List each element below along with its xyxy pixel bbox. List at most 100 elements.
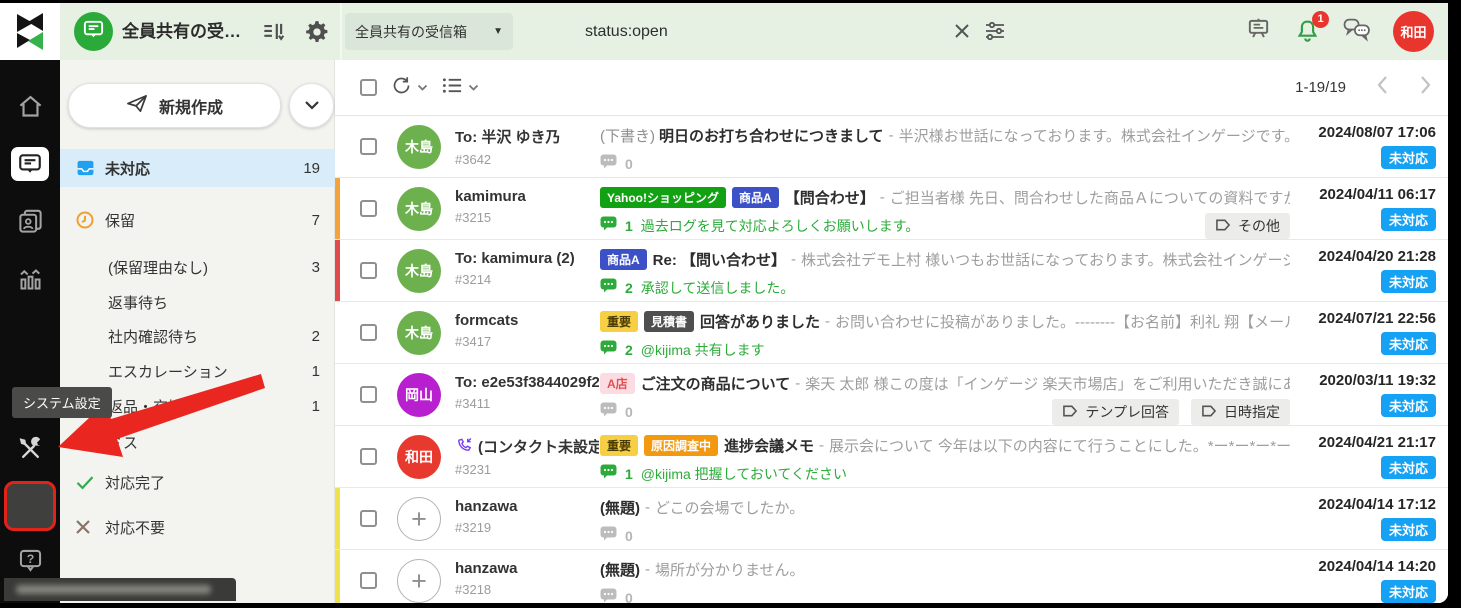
- tree-item[interactable]: エスカレーション1: [60, 352, 335, 390]
- tree-item[interactable]: (保留理由なし)3: [60, 248, 335, 286]
- label-badge: 商品A: [732, 187, 779, 208]
- inbox-channel-icon[interactable]: [74, 12, 113, 51]
- row-checkbox[interactable]: [360, 262, 377, 279]
- comment-count: 2: [625, 342, 633, 358]
- tree-item[interactable]: 未対応19: [60, 149, 335, 187]
- row-checkbox[interactable]: [360, 200, 377, 217]
- sender-column: kamimura#3215: [455, 188, 599, 225]
- tag-chip[interactable]: その他: [1205, 213, 1290, 239]
- avatar-add-contact[interactable]: +: [397, 559, 441, 603]
- comment-line: 0テンプレ回答日時指定: [600, 402, 1290, 422]
- sidebar-item-stats[interactable]: [0, 255, 60, 303]
- search-input[interactable]: status:open: [585, 3, 668, 60]
- check-icon: [75, 474, 97, 491]
- comment-bubble-icon: [600, 340, 617, 360]
- mail-list-item[interactable]: +hanzawa#3219(無題)-どこの会場でしたか。02024/04/14 …: [335, 488, 1448, 550]
- ticket-id: #3411: [455, 396, 599, 411]
- comment-bubble-icon: [600, 588, 617, 603]
- prev-page-button[interactable]: [1376, 75, 1389, 100]
- meta-column: 2024/04/11 06:17未対応: [1319, 186, 1436, 231]
- comment-line: 1過去ログを見て対応よろしくお願いします。その他: [600, 216, 1290, 236]
- mail-list-item[interactable]: 木島kamimura#3215Yahoo!ショッピング商品A【問合わせ】-ご担当…: [335, 178, 1448, 240]
- filter-sliders-icon[interactable]: [983, 20, 1007, 42]
- row-checkbox[interactable]: [360, 324, 377, 341]
- chevron-down-icon: [304, 97, 320, 115]
- tree-item[interactable]: 保留7: [60, 201, 335, 239]
- avatar-add-contact[interactable]: +: [397, 497, 441, 541]
- list-view-button[interactable]: [442, 76, 479, 100]
- tag-list: その他: [1205, 213, 1290, 239]
- notifications-bell[interactable]: 1: [1294, 18, 1321, 45]
- inbox-selector-dropdown[interactable]: 全員共有の受信箱 ▼: [345, 13, 513, 50]
- tree-item-count: 3: [312, 259, 320, 276]
- preview-text: 半沢様お世話になっております。株式会社インゲージです。明日…: [899, 125, 1290, 146]
- received-date: 2024/07/21 22:56: [1318, 310, 1436, 327]
- tree-item-count: 1: [312, 398, 320, 415]
- inbox-blue-icon: [75, 158, 97, 178]
- label-badge: A店: [600, 373, 635, 394]
- browser-status-tooltip: [4, 578, 236, 601]
- sender-name: formcats: [455, 312, 599, 329]
- select-all-checkbox[interactable]: [360, 79, 377, 96]
- notification-badge: 1: [1312, 11, 1329, 28]
- mail-list-item[interactable]: 木島To: 半沢 ゆき乃#3642(下書き)明日のお打ち合わせにつきまして-半沢…: [335, 116, 1448, 178]
- separator: -: [795, 375, 800, 392]
- avatar: 木島: [397, 311, 441, 355]
- sidebar-item-contacts[interactable]: [0, 197, 60, 245]
- chevron-down-icon: [417, 79, 428, 97]
- tree-item-label: ミス: [108, 432, 138, 453]
- subject-text: 回答がありました: [700, 311, 820, 332]
- sort-settings-icon[interactable]: [260, 19, 286, 45]
- tag-chip[interactable]: テンプレ回答: [1052, 399, 1179, 425]
- tree-item[interactable]: 社内確認待ち2: [60, 317, 335, 355]
- tree-item-label: 対応不要: [105, 517, 165, 538]
- row-checkbox[interactable]: [360, 510, 377, 527]
- subject-text: 【問合わせ】: [785, 187, 875, 208]
- sidebar-item-help[interactable]: ?: [0, 536, 60, 584]
- paper-plane-icon: [126, 93, 149, 119]
- tree-item[interactable]: 対応不要: [60, 508, 335, 546]
- message-column: Yahoo!ショッピング商品A【問合わせ】-ご担当者様 先日、問合わせした商品Ａ…: [600, 187, 1290, 236]
- sender-name: (コンタクト未設定): [455, 436, 599, 457]
- relation-logo[interactable]: [0, 3, 60, 60]
- next-page-button[interactable]: [1419, 75, 1432, 100]
- row-checkbox[interactable]: [360, 138, 377, 155]
- mail-list-item[interactable]: 木島To: kamimura (2)#3214商品ARe: 【問い合わせ】-株式…: [335, 240, 1448, 302]
- inbox-selector-value: 全員共有の受信箱: [355, 22, 467, 42]
- comment-count: 0: [625, 590, 633, 603]
- sidebar-item-settings-tools[interactable]: [0, 425, 60, 473]
- row-checkbox[interactable]: [360, 386, 377, 403]
- announcement-icon[interactable]: [1245, 16, 1272, 47]
- tree-item[interactable]: 返事待ち: [60, 283, 335, 321]
- user-avatar[interactable]: 和田: [1393, 11, 1434, 52]
- received-date: 2024/04/20 21:28: [1318, 248, 1436, 265]
- tree-item[interactable]: ミス: [60, 423, 335, 461]
- row-checkbox[interactable]: [360, 448, 377, 465]
- tree-item[interactable]: 対応完了: [60, 463, 335, 501]
- row-checkbox[interactable]: [360, 572, 377, 589]
- message-column: 商品ARe: 【問い合わせ】-株式会社デモ上村 様いつもお世話になっております。…: [600, 249, 1290, 298]
- subject-line: 重要見積書回答がありました-お問い合わせに投稿がありました。--------【お…: [600, 311, 1290, 332]
- chat-bubbles-icon[interactable]: [1343, 17, 1371, 47]
- mail-list-item[interactable]: +hanzawa#3218(無題)-場所が分かりません。02024/04/14 …: [335, 550, 1448, 603]
- sidebar-item-home[interactable]: [0, 82, 60, 130]
- gear-icon[interactable]: [304, 19, 330, 45]
- mail-list-item[interactable]: 木島formcats#3417重要見積書回答がありました-お問い合わせに投稿があ…: [335, 302, 1448, 364]
- priority-stripe: [335, 488, 340, 549]
- label-badge: 重要: [600, 435, 638, 456]
- subject-text: (無題): [600, 497, 640, 518]
- meta-column: 2024/04/20 21:28未対応: [1318, 248, 1436, 293]
- refresh-button[interactable]: [391, 75, 428, 101]
- subject-line: A店ご注文の商品について-楽天 太郎 様この度は「インゲージ 楽天市場店」をご利…: [600, 373, 1290, 394]
- received-date: 2024/04/14 14:20: [1318, 558, 1436, 575]
- compose-options-button[interactable]: [289, 83, 334, 128]
- logo-triangles-icon: [10, 12, 50, 52]
- tag-chip[interactable]: 日時指定: [1191, 399, 1290, 425]
- preview-text: どこの会場でしたか。: [655, 497, 804, 518]
- sidebar-item-inbox[interactable]: [0, 140, 60, 188]
- mail-list-item[interactable]: 和田(コンタクト未設定)#3231重要原因調査中進捗会議メモ-展示会について 今…: [335, 426, 1448, 488]
- clear-search-icon[interactable]: [953, 22, 971, 40]
- mail-list-item[interactable]: 岡山To: e2e53f3844029f2b12e#3411A店ご注文の商品につ…: [335, 364, 1448, 426]
- compose-button[interactable]: 新規作成: [68, 83, 281, 128]
- comment-count: 0: [625, 528, 633, 544]
